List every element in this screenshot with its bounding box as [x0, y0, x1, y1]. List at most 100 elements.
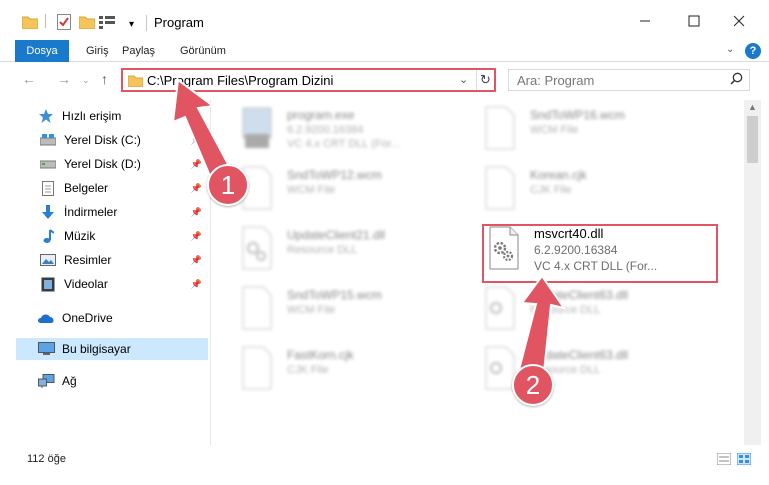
file-item-program-exe[interactable]: program.exe 6.2.9200.16384 VC 4.x CRT DL… — [239, 106, 459, 156]
file-item-sndtowp15[interactable]: SndToWP15.wcm WCM File — [239, 286, 459, 336]
file-name: Korean.cjk — [530, 168, 587, 182]
document-file-icon — [482, 106, 518, 152]
sidebar-item-documents[interactable]: Belgeler 📌 — [16, 177, 208, 199]
back-button[interactable]: ← — [22, 71, 36, 87]
sidebar-item-pictures[interactable]: Resimler 📌 — [16, 249, 208, 271]
minimize-button[interactable] — [630, 8, 660, 34]
file-type: Resource DLL — [530, 304, 601, 316]
pin-icon[interactable]: 📌 — [191, 231, 202, 242]
document-file-icon — [482, 166, 518, 212]
title-bar: ▾ Program — [0, 0, 769, 40]
pin-icon[interactable]: 📌 — [191, 279, 202, 290]
folder-icon — [127, 74, 144, 90]
help-icon[interactable]: ? — [745, 43, 761, 59]
sidebar-item-downloads[interactable]: İndirmeler 📌 — [16, 201, 208, 223]
item-count: 112 öğe — [27, 453, 66, 465]
sidebar-item-label: İndirmeler — [64, 205, 118, 219]
up-button[interactable]: ↑ — [101, 71, 108, 87]
scroll-thumb[interactable] — [747, 116, 758, 163]
file-highlight-box — [482, 224, 718, 283]
pin-icon[interactable]: 📌 — [191, 135, 202, 146]
window-title: Program — [154, 15, 204, 30]
sidebar-item-local-disk-d[interactable]: Yerel Disk (D:) 📌 — [16, 153, 208, 175]
sidebar-item-label: Yerel Disk (D:) — [64, 157, 141, 171]
search-icon[interactable] — [730, 72, 743, 88]
step-badge-1: 1 — [207, 164, 249, 206]
step-badge-2: 2 — [512, 364, 554, 406]
file-name: UpdateClient21.dll — [287, 228, 386, 242]
tab-view[interactable]: Görünüm — [180, 40, 226, 62]
sidebar-item-onedrive[interactable]: OneDrive — [16, 307, 208, 329]
drive-icon — [39, 159, 57, 169]
recent-locations-icon[interactable]: ⌄ — [82, 75, 90, 86]
drive-icon — [39, 134, 57, 146]
dll-file-icon — [482, 286, 518, 332]
document-file-icon — [239, 346, 275, 392]
new-folder-icon[interactable] — [79, 12, 95, 32]
pin-icon[interactable]: 📌 — [191, 207, 202, 218]
navigation-pane: Hızlı erişim Yerel Disk (C:) 📌 Yerel Dis… — [16, 100, 212, 445]
vertical-scrollbar[interactable]: ▲ — [744, 100, 761, 445]
file-type: CJK File — [530, 184, 572, 196]
documents-icon — [39, 180, 57, 196]
sidebar-item-network[interactable]: Ağ — [16, 370, 208, 392]
music-icon — [39, 228, 57, 244]
sidebar-item-music[interactable]: Müzik 📌 — [16, 225, 208, 247]
scroll-up-icon[interactable]: ▲ — [748, 102, 757, 112]
file-item-korean-cjk[interactable]: Korean.cjk CJK File — [482, 166, 702, 216]
network-icon — [37, 373, 55, 389]
file-version: 6.2.9200.16384 — [287, 124, 364, 136]
qa-divider — [45, 14, 46, 28]
address-bar[interactable]: C:\Program Files\Program Dizini ⌄ ↻ — [121, 68, 496, 92]
folder-icon[interactable] — [22, 12, 38, 32]
status-bar: 112 öğe — [0, 445, 769, 485]
pin-icon[interactable]: 📌 — [191, 183, 202, 194]
search-input[interactable]: Ara: Program — [508, 69, 750, 91]
sidebar-item-label: Ağ — [62, 374, 77, 388]
sidebar-item-quick-access[interactable]: Hızlı erişim — [16, 105, 208, 127]
tab-file[interactable]: Dosya — [15, 40, 69, 62]
file-item-sndtowp12[interactable]: SndToWP12.wcm WCM File — [239, 166, 459, 216]
sidebar-item-this-pc[interactable]: Bu bilgisayar — [16, 338, 208, 360]
close-button[interactable] — [724, 8, 754, 34]
details-view-icon[interactable] — [716, 452, 732, 468]
file-name: UpdateClient63.dll — [530, 288, 629, 302]
sidebar-item-label: Bu bilgisayar — [62, 342, 131, 356]
pictures-icon — [39, 254, 57, 266]
refresh-icon[interactable]: ↻ — [476, 70, 494, 90]
sidebar-item-label: Resimler — [64, 253, 112, 267]
sidebar-item-label: Yerel Disk (C:) — [64, 133, 141, 147]
properties-check-icon[interactable] — [57, 12, 71, 32]
expand-ribbon-icon[interactable]: ⌄ — [726, 44, 734, 55]
file-type: WCM File — [530, 124, 579, 136]
maximize-button[interactable] — [679, 8, 709, 34]
file-description: VC 4.x CRT DLL (For... — [287, 138, 400, 150]
sidebar-item-label: Müzik — [64, 229, 96, 243]
address-path[interactable]: C:\Program Files\Program Dizini — [147, 73, 333, 88]
qa-dropdown-icon[interactable]: ▾ — [129, 14, 134, 34]
ribbon-tabs: Dosya Giriş Paylaş Görünüm ⌄ ? — [0, 40, 769, 62]
title-divider — [146, 15, 147, 31]
tab-share[interactable]: Paylaş — [122, 40, 155, 62]
file-name: SndToWP15.wcm — [287, 288, 382, 302]
tab-home[interactable]: Giriş — [86, 40, 109, 62]
pin-icon[interactable]: 📌 — [191, 255, 202, 266]
sidebar-item-videos[interactable]: Videolar 📌 — [16, 273, 208, 295]
large-icons-view-icon[interactable] — [736, 452, 752, 468]
file-name: UpdateClient63.dll — [530, 348, 629, 362]
file-name: program.exe — [287, 108, 355, 122]
sidebar-item-local-disk-c[interactable]: Yerel Disk (C:) 📌 — [16, 129, 208, 151]
file-name: SndToWP16.wcm — [530, 108, 625, 122]
chevron-down-icon[interactable]: ⌄ — [459, 73, 468, 86]
search-placeholder: Ara: Program — [517, 73, 595, 88]
customize-icon[interactable] — [99, 12, 117, 32]
file-item-updateclient21[interactable]: UpdateClient21.dll Resource DLL — [239, 226, 459, 276]
pin-icon[interactable]: 📌 — [191, 159, 202, 170]
forward-button[interactable]: → — [57, 71, 71, 87]
download-icon — [39, 204, 57, 220]
cloud-icon — [37, 313, 55, 324]
file-item-updateclient63[interactable]: UpdateClient63.dll Resource DLL — [482, 286, 702, 336]
dll-file-icon — [239, 226, 275, 272]
file-item-fastkorn[interactable]: FastKorn.cjk CJK File — [239, 346, 459, 396]
file-item-sndtowp16[interactable]: SndToWP16.wcm WCM File — [482, 106, 702, 156]
